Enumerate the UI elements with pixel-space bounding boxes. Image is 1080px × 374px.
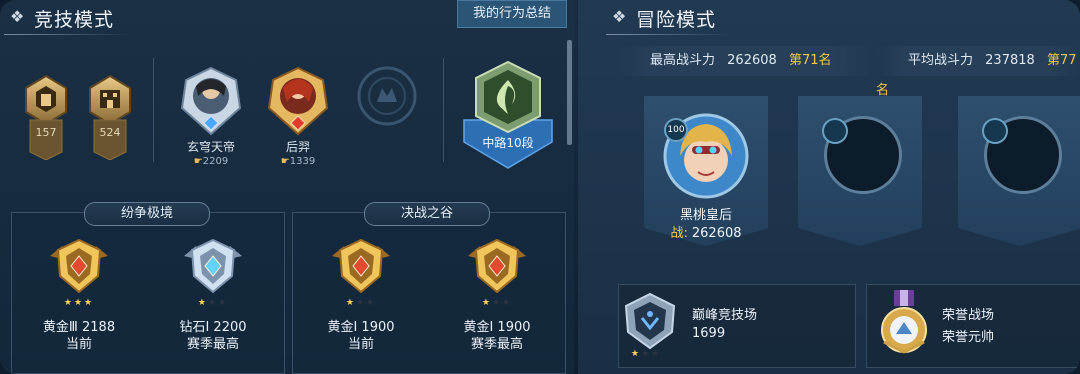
rank-sublabel: 赛季最高 bbox=[470, 337, 523, 352]
rank-emblem-icon bbox=[332, 238, 390, 294]
arena-emblem bbox=[622, 292, 678, 356]
hero-name: 玄穹天帝 bbox=[186, 140, 235, 154]
divider bbox=[153, 58, 154, 162]
empty-slot-icon bbox=[357, 66, 417, 126]
empty-level-marker bbox=[822, 118, 848, 144]
arena-emblem-icon bbox=[624, 292, 676, 350]
helmet-badge-icon bbox=[25, 74, 67, 161]
hero-portrait-icon bbox=[180, 66, 242, 136]
adventure-title: 冒险模式 bbox=[636, 9, 717, 31]
badge-value: 157 bbox=[35, 126, 57, 139]
avg-power-value: 237818 bbox=[985, 53, 1035, 68]
empty-level-marker bbox=[982, 118, 1008, 144]
rank-stars: ★★★ bbox=[481, 298, 513, 308]
rank-sublabel: 赛季最高 bbox=[186, 337, 239, 352]
hero-level: 100 bbox=[664, 118, 688, 142]
rank-emblem[interactable] bbox=[178, 236, 248, 300]
honor-value: 荣誉元帅 bbox=[942, 330, 995, 345]
fortress-badge[interactable]: 524 bbox=[86, 72, 134, 164]
title-underline bbox=[606, 34, 732, 35]
lane-rank-badge[interactable]: 中路10段 bbox=[458, 60, 558, 174]
honor-emblem bbox=[874, 290, 934, 360]
rank-emblem[interactable] bbox=[326, 236, 396, 300]
max-power-rank: 第71名 bbox=[788, 53, 832, 68]
max-power-bar: 最高战斗力 262608 第71名 bbox=[616, 46, 874, 76]
diamond-icon: ❖ bbox=[612, 7, 627, 26]
avg-power-bar: 平均战斗力 237818 第77名 bbox=[876, 46, 1080, 98]
hand-icon: ☛ bbox=[193, 156, 203, 167]
adventure-hero-name: 黑桃皇后 bbox=[679, 208, 732, 223]
title-underline bbox=[4, 34, 130, 35]
honor-title: 荣誉战场 bbox=[942, 308, 995, 323]
avg-power-rank: 第77名 bbox=[876, 53, 1077, 98]
profile-panel: ❖ 竞技模式 我的行为总结 157 524 玄穹天帝 ☛2209 后羿 ☛133… bbox=[0, 0, 1080, 374]
rank-emblem-icon bbox=[50, 238, 108, 294]
avg-power-label: 平均战斗力 bbox=[908, 53, 974, 68]
rank-emblem-icon bbox=[184, 238, 242, 294]
rank-sublabel: 当前 bbox=[347, 337, 374, 352]
arena-title: 巅峰竞技场 bbox=[692, 308, 758, 323]
lane-badge-label: 中路10段 bbox=[482, 136, 534, 150]
hero-points: ☛1339 bbox=[280, 156, 316, 167]
arena-stars: ★★★ bbox=[630, 349, 662, 359]
mode-tag: 决战之谷 bbox=[364, 202, 490, 226]
hero-points: ☛2209 bbox=[193, 156, 229, 167]
max-power-value: 262608 bbox=[727, 53, 777, 68]
hero-card[interactable]: 玄穹天帝 ☛2209 bbox=[176, 66, 246, 167]
hand-icon: ☛ bbox=[280, 156, 290, 167]
badge-value: 524 bbox=[99, 126, 121, 139]
divider bbox=[443, 58, 444, 162]
fortress-badge-icon bbox=[89, 74, 131, 161]
rank-stars: ★★★ bbox=[63, 298, 95, 308]
hero-name: 后羿 bbox=[285, 140, 310, 154]
hero-card[interactable]: 后羿 ☛1339 bbox=[263, 66, 333, 167]
arena-value: 1699 bbox=[692, 326, 726, 341]
adventure-hero-power: 战: 262608 bbox=[670, 226, 742, 241]
competitive-title: 竞技模式 bbox=[34, 9, 115, 31]
behavior-summary-button[interactable]: 我的行为总结 bbox=[457, 0, 567, 28]
empty-hero-slot[interactable] bbox=[352, 66, 422, 130]
rank-stars: ★★★ bbox=[345, 298, 377, 308]
diamond-icon: ❖ bbox=[10, 7, 25, 26]
honor-medal-icon bbox=[881, 290, 927, 354]
competitive-panel: ❖ 竞技模式 我的行为总结 157 524 玄穹天帝 ☛2209 后羿 ☛133… bbox=[0, 0, 574, 374]
rank-emblem[interactable] bbox=[44, 236, 114, 300]
hero-portrait-icon bbox=[267, 66, 329, 136]
mode-tag: 纷争极境 bbox=[84, 202, 210, 226]
lane-badge-icon bbox=[463, 60, 553, 169]
scrollbar[interactable] bbox=[567, 40, 572, 145]
adventure-panel: ❖ 冒险模式 最高战斗力 262608 第71名 平均战斗力 237818 第7… bbox=[578, 0, 1080, 374]
rank-emblem[interactable] bbox=[462, 236, 532, 300]
rank-emblem-icon bbox=[468, 238, 526, 294]
helmet-badge[interactable]: 157 bbox=[22, 72, 70, 164]
rank-stars: ★★★ bbox=[197, 298, 229, 308]
max-power-label: 最高战斗力 bbox=[650, 53, 716, 68]
rank-sublabel: 当前 bbox=[65, 337, 92, 352]
